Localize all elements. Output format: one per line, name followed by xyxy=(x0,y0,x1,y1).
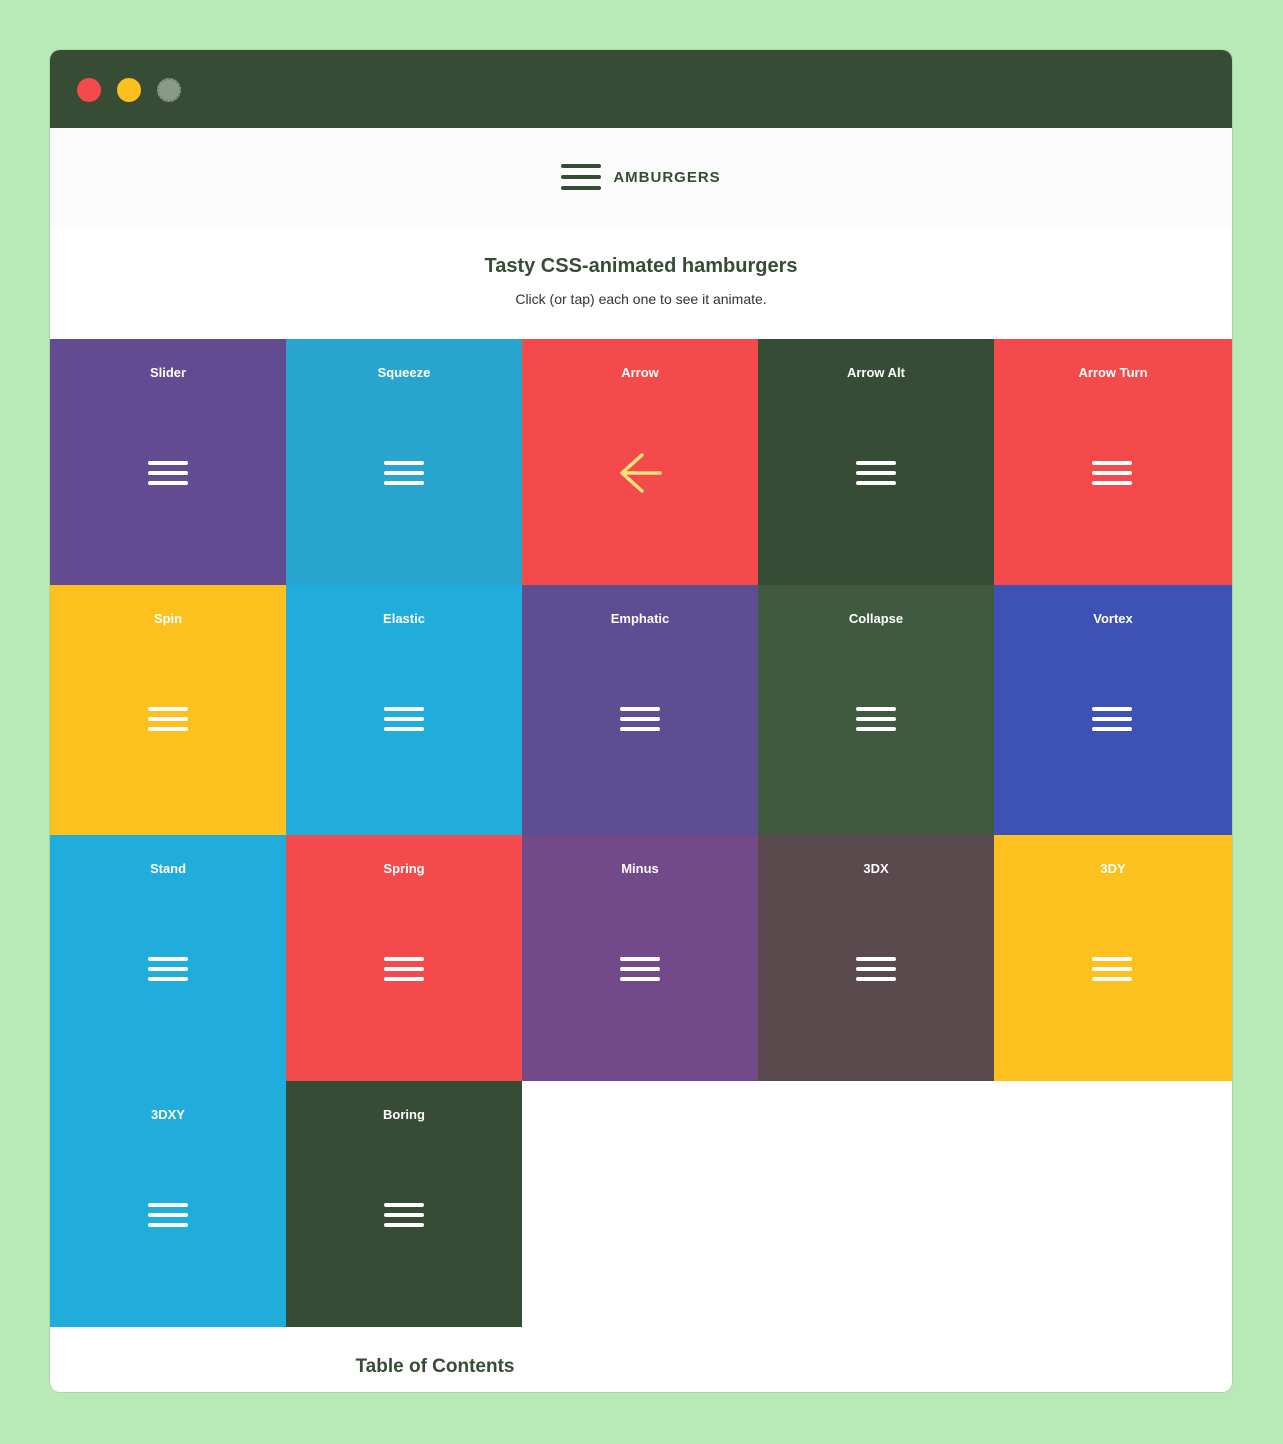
hamburger-logo-icon[interactable] xyxy=(561,164,602,190)
hamburger-icon[interactable] xyxy=(856,707,896,731)
hamburger-icon[interactable] xyxy=(148,707,188,731)
site-logo-text[interactable]: AMBURGERS xyxy=(613,169,720,186)
tile-label: Arrow Alt xyxy=(846,365,906,380)
hamburger-icon[interactable] xyxy=(148,1203,188,1227)
hamburger-tile[interactable]: Boring xyxy=(286,1081,522,1327)
tile-label: Emphatic xyxy=(610,611,670,626)
hamburger-tile[interactable]: Arrow Alt xyxy=(758,339,994,585)
tile-label: Spin xyxy=(153,611,183,626)
hamburger-icon[interactable] xyxy=(1092,707,1132,731)
hamburger-icon[interactable] xyxy=(620,957,660,981)
tile-label: Arrow xyxy=(621,365,659,380)
window-titlebar xyxy=(50,50,1232,128)
hamburger-tile[interactable]: Emphatic xyxy=(522,585,758,835)
tile-label: Minus xyxy=(621,861,659,876)
hamburger-tile[interactable]: Squeeze xyxy=(286,339,522,585)
hamburger-icon[interactable] xyxy=(1092,461,1132,485)
tile-label: 3DX xyxy=(863,861,889,876)
hamburger-tile[interactable]: 3DY xyxy=(994,835,1232,1081)
tile-label: Spring xyxy=(383,861,425,876)
page-subtitle: Click (or tap) each one to see it animat… xyxy=(515,291,767,307)
hamburger-icon[interactable] xyxy=(384,461,424,485)
hamburger-tile[interactable]: Arrow xyxy=(522,339,758,585)
hamburger-tile[interactable]: Vortex xyxy=(994,585,1232,835)
tile-label: Stand xyxy=(149,861,187,876)
hamburger-icon[interactable] xyxy=(148,461,188,485)
hamburger-tile[interactable]: Spring xyxy=(286,835,522,1081)
arrow-left-icon[interactable] xyxy=(618,451,662,495)
maximize-window-button[interactable] xyxy=(157,78,181,102)
hamburger-icon[interactable] xyxy=(384,1203,424,1227)
tile-label: Slider xyxy=(149,365,187,380)
browser-window: AMBURGERS Tasty CSS-animated hamburgers … xyxy=(50,50,1232,1392)
tile-label: Collapse xyxy=(848,611,904,626)
hamburger-tile[interactable]: Collapse xyxy=(758,585,994,835)
hamburger-tile[interactable]: Stand xyxy=(50,835,286,1081)
tile-label: Squeeze xyxy=(377,365,431,380)
tile-label: Boring xyxy=(383,1107,425,1122)
hamburger-icon[interactable] xyxy=(1092,957,1132,981)
close-window-button[interactable] xyxy=(77,78,101,102)
hamburger-icon[interactable] xyxy=(856,461,896,485)
minimize-window-button[interactable] xyxy=(117,78,141,102)
tile-label: 3DXY xyxy=(151,1107,185,1122)
hamburger-tile[interactable]: 3DX xyxy=(758,835,994,1081)
tile-label: Elastic xyxy=(383,611,425,626)
hamburger-tile[interactable]: Arrow Turn xyxy=(994,339,1232,585)
hamburger-tile[interactable]: Spin xyxy=(50,585,286,835)
hamburger-tile[interactable]: 3DXY xyxy=(50,1081,286,1327)
tile-label: Arrow Turn xyxy=(1078,365,1148,380)
site-header: AMBURGERS xyxy=(50,128,1232,226)
tile-label: 3DY xyxy=(1100,861,1126,876)
intro-section: Tasty CSS-animated hamburgers Click (or … xyxy=(50,226,1232,339)
hamburger-icon[interactable] xyxy=(148,957,188,981)
hamburger-tile[interactable]: Elastic xyxy=(286,585,522,835)
hamburger-icon[interactable] xyxy=(384,707,424,731)
tile-label: Vortex xyxy=(1093,611,1133,626)
hamburger-tile[interactable]: Slider xyxy=(50,339,286,585)
table-of-contents-heading: Table of Contents xyxy=(355,1356,515,1377)
hamburger-tile[interactable]: Minus xyxy=(522,835,758,1081)
page-title: Tasty CSS-animated hamburgers xyxy=(484,255,798,277)
hamburger-icon[interactable] xyxy=(384,957,424,981)
hamburger-icon[interactable] xyxy=(620,707,660,731)
hamburger-icon[interactable] xyxy=(856,957,896,981)
